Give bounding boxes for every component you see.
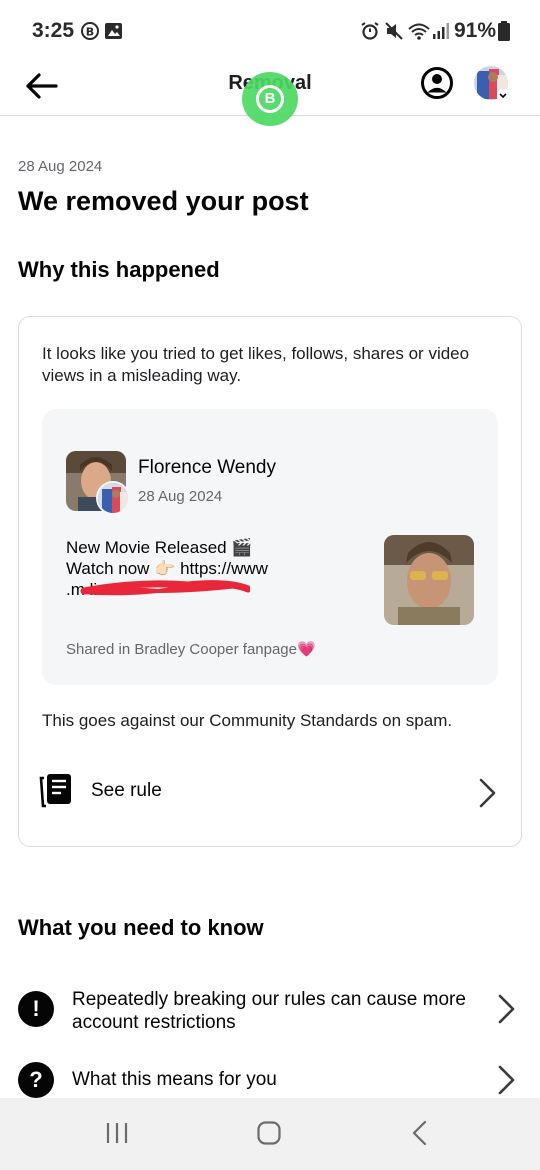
gallery-icon [105, 23, 122, 39]
why-section-title: Why this happened [18, 257, 220, 282]
see-rule-row[interactable]: See rule [19, 757, 521, 827]
floating-b-bubble[interactable]: B [242, 72, 298, 126]
svg-text:B: B [86, 26, 94, 39]
removal-date: 28 Aug 2024 [18, 158, 103, 175]
page-title: We removed your post [18, 186, 309, 216]
red-redaction-scribble [80, 580, 250, 596]
chevron-right-icon [498, 994, 515, 1024]
community-standards-note: This goes against our Community Standard… [42, 711, 453, 730]
status-bar: 3:25 B 91% [0, 0, 540, 62]
signal-icon [433, 23, 449, 39]
page-badge-avatar [96, 481, 130, 515]
wifi-icon [408, 23, 430, 40]
rulebook-icon [39, 774, 71, 808]
post-text-line: Watch now 👉🏻 https://www [66, 559, 268, 578]
chevron-right-icon [498, 1065, 515, 1095]
post-date: 28 Aug 2024 [138, 488, 223, 505]
info-item-restrictions[interactable]: ! Repeatedly breaking our rules can caus… [0, 984, 540, 1040]
battery-icon [498, 21, 510, 41]
need-to-know-title: What you need to know [18, 915, 264, 940]
recent-apps-icon[interactable] [104, 1120, 130, 1146]
battery-percent: 91% [454, 19, 497, 42]
exclamation-icon: ! [18, 991, 54, 1027]
home-icon[interactable] [256, 1120, 282, 1146]
alarm-icon [361, 22, 379, 40]
removed-post-preview: Florence Wendy 28 Aug 2024 New Movie Rel… [42, 409, 498, 685]
account-circle-icon[interactable] [420, 66, 454, 100]
post-thumbnail-image [384, 535, 474, 625]
see-rule-label: See rule [91, 780, 162, 801]
system-nav-bar [0, 1098, 540, 1170]
info-item-text: What this means for you [72, 1069, 277, 1090]
post-text-line: New Movie Released 🎬 [66, 538, 253, 557]
shared-in-group[interactable]: Shared in Bradley Cooper fanpage💗 [66, 640, 316, 658]
b-badge-icon: B [81, 22, 99, 40]
back-nav-icon[interactable] [408, 1120, 434, 1146]
chevron-right-icon [479, 778, 496, 808]
question-icon: ? [18, 1062, 54, 1098]
mute-icon [385, 22, 403, 40]
violation-card: It looks like you tried to get likes, fo… [18, 316, 522, 847]
b-badge-icon: B [256, 85, 284, 113]
violation-description: It looks like you tried to get likes, fo… [42, 344, 470, 385]
info-item-what-it-means[interactable]: ? What this means for you [0, 1060, 540, 1100]
status-time: 3:25 [32, 19, 75, 42]
post-author-name: Florence Wendy [138, 457, 276, 478]
info-item-text: Repeatedly breaking our rules can cause … [72, 989, 466, 1033]
profile-avatar-button[interactable] [473, 65, 511, 103]
profile-avatar [474, 66, 509, 101]
